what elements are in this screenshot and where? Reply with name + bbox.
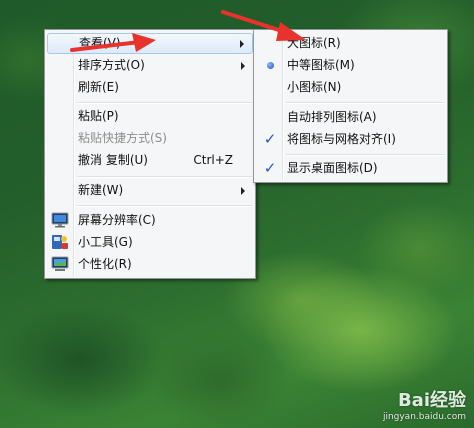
menu-item-sort-by[interactable]: 排序方式(O) xyxy=(47,55,253,76)
submenu-item-show-desktop-icons[interactable]: ✓ 显示桌面图标(D) xyxy=(256,158,445,179)
annotation-arrow-icon xyxy=(70,33,156,52)
submenu-item-show-desktop-icons-label: 显示桌面图标(D) xyxy=(287,161,378,175)
menu-item-screen-resolution-label: 屏幕分辨率(C) xyxy=(78,213,156,227)
menu-item-personalize-label: 个性化(R) xyxy=(78,257,132,271)
menu-item-new[interactable]: 新建(W) xyxy=(47,180,253,201)
menu-item-undo-copy[interactable]: 撤消 复制(U) Ctrl+Z xyxy=(47,150,253,171)
undo-shortcut-text: Ctrl+Z xyxy=(193,153,233,167)
submenu-arrow-icon xyxy=(241,186,245,195)
menu-item-gadgets-label: 小工具(G) xyxy=(78,235,133,249)
menu-item-refresh[interactable]: 刷新(E) xyxy=(47,77,253,98)
menu-separator xyxy=(77,205,252,207)
checkmark-icon: ✓ xyxy=(263,159,277,177)
submenu-item-medium-icons-label: 中等图标(M) xyxy=(287,58,355,72)
menu-separator xyxy=(286,102,444,104)
gadgets-icon xyxy=(51,234,69,250)
submenu-item-auto-arrange-label: 自动排列图标(A) xyxy=(287,110,377,124)
menu-separator xyxy=(77,102,252,104)
menu-item-paste[interactable]: 粘贴(P) xyxy=(47,106,253,127)
watermark-logo: Bai经验 xyxy=(397,390,466,411)
menu-item-paste-label: 粘贴(P) xyxy=(78,109,119,123)
menu-item-refresh-label: 刷新(E) xyxy=(78,80,119,94)
menu-item-undo-copy-label: 撤消 复制(U) xyxy=(78,153,148,167)
menu-item-gadgets[interactable]: 小工具(G) xyxy=(47,232,253,253)
menu-item-paste-shortcut: 粘贴快捷方式(S) xyxy=(47,128,253,149)
submenu-item-align-to-grid-label: 将图标与网格对齐(I) xyxy=(287,132,396,146)
checkmark-icon: ✓ xyxy=(263,130,277,148)
menu-item-screen-resolution[interactable]: 屏幕分辨率(C) xyxy=(47,210,253,231)
watermark-url: jingyan.baidu.com xyxy=(382,412,466,422)
submenu-item-auto-arrange[interactable]: 自动排列图标(A) xyxy=(256,107,445,128)
menu-item-new-label: 新建(W) xyxy=(78,183,124,197)
annotation-arrow-icon xyxy=(221,10,306,41)
desktop-context-menu: 查看(V) 排序方式(O) 刷新(E) 粘贴(P) 粘贴快捷方式(S) 撤消 复… xyxy=(44,29,256,279)
menu-separator xyxy=(77,176,252,178)
personalize-icon xyxy=(51,256,69,272)
menu-item-paste-shortcut-label: 粘贴快捷方式(S) xyxy=(78,131,167,145)
submenu-item-small-icons[interactable]: 小图标(N) xyxy=(256,77,445,98)
view-submenu: 大图标(R) 中等图标(M) 小图标(N) 自动排列图标(A) ✓ 将图标与网格… xyxy=(253,29,448,183)
submenu-item-small-icons-label: 小图标(N) xyxy=(287,80,342,94)
submenu-item-align-to-grid[interactable]: ✓ 将图标与网格对齐(I) xyxy=(256,129,445,150)
baidu-jingyan-watermark: Bai经验 jingyan.baidu.com xyxy=(383,386,466,422)
screen-resolution-icon xyxy=(51,212,69,228)
submenu-arrow-icon xyxy=(241,61,245,70)
submenu-item-medium-icons[interactable]: 中等图标(M) xyxy=(256,55,445,76)
menu-item-sort-by-label: 排序方式(O) xyxy=(78,58,145,72)
radio-selected-icon xyxy=(266,62,274,69)
menu-separator xyxy=(286,154,444,156)
menu-item-personalize[interactable]: 个性化(R) xyxy=(47,254,253,275)
